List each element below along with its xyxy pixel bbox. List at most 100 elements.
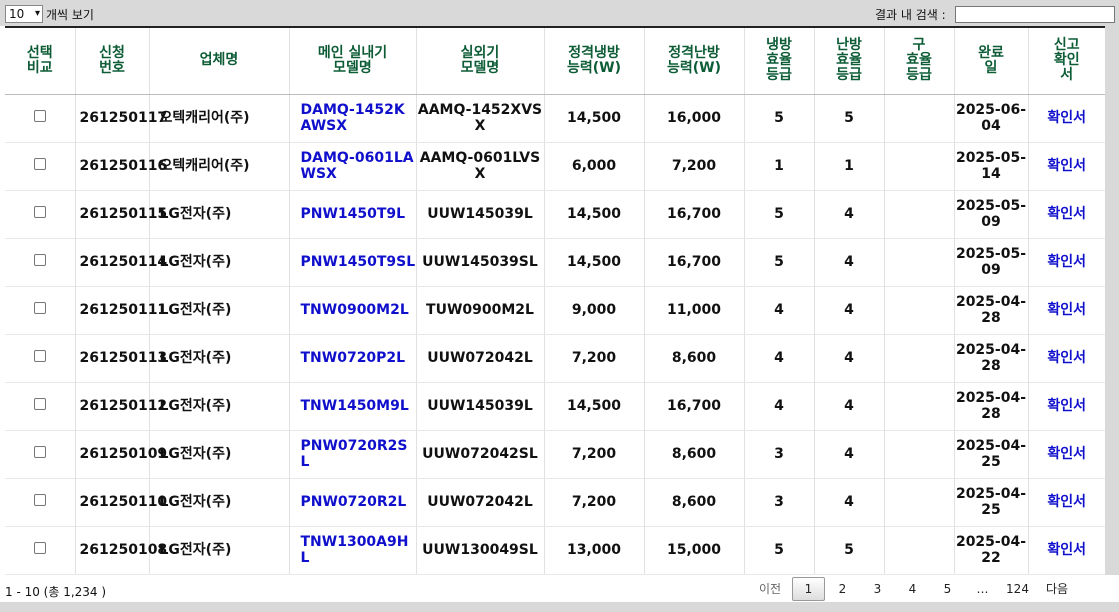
outdoor-model: UUW145039SL [416,238,545,287]
heating-capacity: 16,700 [644,238,745,287]
heating-capacity: 7,200 [644,142,745,191]
cooling-capacity: 7,200 [544,430,645,479]
certificate-link[interactable]: 확인서 [1028,430,1105,479]
indoor-model-link[interactable]: TNW1450M9L [289,382,417,431]
heating-capacity: 16,000 [644,94,745,143]
outdoor-model: AAMQ-1452XVSX [416,94,545,143]
search-input[interactable] [955,6,1115,23]
completion-date: 2025-05-14 [954,142,1029,191]
completion-date: 2025-04-25 [954,478,1029,527]
table-row: 261250112 LG전자(주) TNW1450M9L UUW145039L 14,5… [5,382,1105,431]
heating-capacity: 8,600 [644,334,745,383]
cooling-grade: 5 [744,526,815,575]
certificate-link[interactable]: 확인서 [1028,382,1105,431]
header-col-heating-grade: 난방 효율 등급 [814,27,885,95]
application-number: 261250114 [75,238,167,287]
heating-grade: 4 [814,238,885,287]
indoor-model-link[interactable]: PNW1450T9SL [289,238,417,287]
completion-date: 2025-04-22 [954,526,1029,575]
cooling-capacity: 6,000 [544,142,645,191]
indoor-model-link[interactable]: PNW0720R2L [289,478,417,527]
page-button[interactable]: 124 [1000,578,1035,600]
old-grade [884,430,955,479]
page-button[interactable]: 1 [792,576,825,601]
application-number: 261250112 [75,382,167,431]
heating-capacity: 16,700 [644,382,745,431]
completion-date: 2025-06-04 [954,94,1029,143]
next-page-button[interactable]: 다음 [1035,576,1079,601]
cooling-capacity: 7,200 [544,478,645,527]
old-grade [884,94,955,143]
old-grade [884,382,955,431]
old-grade [884,190,955,239]
header-col-certificate: 신고 확인 서 [1028,27,1105,95]
application-number: 261250117 [75,94,167,143]
cooling-capacity: 14,500 [544,382,645,431]
compare-checkbox[interactable] [33,302,46,314]
compare-checkbox[interactable] [33,206,46,218]
table-row: 261250109 LG전자(주) PNW0720R2SL UUW072042SL 7,… [5,430,1105,479]
compare-checkbox-cell [5,238,76,287]
page-length-value: 10 [9,7,25,21]
compare-checkbox-cell [5,526,76,575]
heating-grade: 5 [814,94,885,143]
outdoor-model: UUW072042SL [416,430,545,479]
cooling-capacity: 14,500 [544,94,645,143]
page-button[interactable]: 3 [860,578,895,600]
compare-checkbox-cell [5,382,76,431]
certificate-link[interactable]: 확인서 [1028,286,1105,335]
compare-checkbox[interactable] [33,398,46,410]
page-length-select[interactable]: 10 ▾ [5,5,43,23]
indoor-model-link[interactable]: TNW0900M2L [289,286,417,335]
cooling-grade: 5 [744,238,815,287]
indoor-model-link[interactable]: TNW1300A9HL [289,526,417,575]
cooling-grade: 5 [744,94,815,143]
indoor-model-link[interactable]: TNW0720P2L [289,334,417,383]
indoor-model-link[interactable]: DAMQ-1452KAWSX [289,94,417,143]
compare-checkbox[interactable] [33,350,46,362]
certificate-link[interactable]: 확인서 [1028,478,1105,527]
cooling-grade: 5 [744,190,815,239]
outdoor-model: UUW145039L [416,190,545,239]
certificate-link[interactable]: 확인서 [1028,142,1105,191]
table-toolbar: 10 ▾ 개씩 보기 결과 내 검색 : [0,0,1119,26]
cooling-capacity: 14,500 [544,238,645,287]
indoor-model-link[interactable]: PNW0720R2SL [289,430,417,479]
certificate-link[interactable]: 확인서 [1028,94,1105,143]
heating-grade: 4 [814,382,885,431]
indoor-model-link[interactable]: DAMQ-0601LAWSX [289,142,417,191]
compare-checkbox[interactable] [33,158,46,170]
completion-date: 2025-05-09 [954,190,1029,239]
compare-checkbox-cell [5,190,76,239]
heating-grade: 4 [814,334,885,383]
pagination: 이전 1 2 3 4 5… 124 다음 [748,576,1079,601]
heating-grade: 4 [814,430,885,479]
company-name: LG전자(주) [149,334,290,383]
company-name: LG전자(주) [149,238,290,287]
header-col-old-grade: 구 효율 등급 [884,27,955,95]
compare-checkbox[interactable] [33,494,46,506]
application-number: 261250108 [75,526,167,575]
compare-checkbox-cell [5,334,76,383]
indoor-model-link[interactable]: PNW1450T9L [289,190,417,239]
company-name: LG전자(주) [149,382,290,431]
prev-page-button[interactable]: 이전 [748,576,792,601]
compare-checkbox[interactable] [33,110,46,122]
application-number: 261250111 [75,286,167,335]
cooling-capacity: 7,200 [544,334,645,383]
page-ellipsis[interactable]: … [965,578,1000,600]
old-grade [884,142,955,191]
header-col-completion-date: 완료 일 [954,27,1029,95]
compare-checkbox[interactable] [33,542,46,554]
certificate-link[interactable]: 확인서 [1028,334,1105,383]
old-grade [884,238,955,287]
certificate-link[interactable]: 확인서 [1028,526,1105,575]
page-button[interactable]: 5 [930,578,965,600]
compare-checkbox[interactable] [33,446,46,458]
page-button[interactable]: 4 [895,578,930,600]
certificate-link[interactable]: 확인서 [1028,238,1105,287]
compare-checkbox[interactable] [33,254,46,266]
page-button[interactable]: 2 [825,578,860,600]
certificate-link[interactable]: 확인서 [1028,190,1105,239]
application-number: 261250115 [75,190,167,239]
